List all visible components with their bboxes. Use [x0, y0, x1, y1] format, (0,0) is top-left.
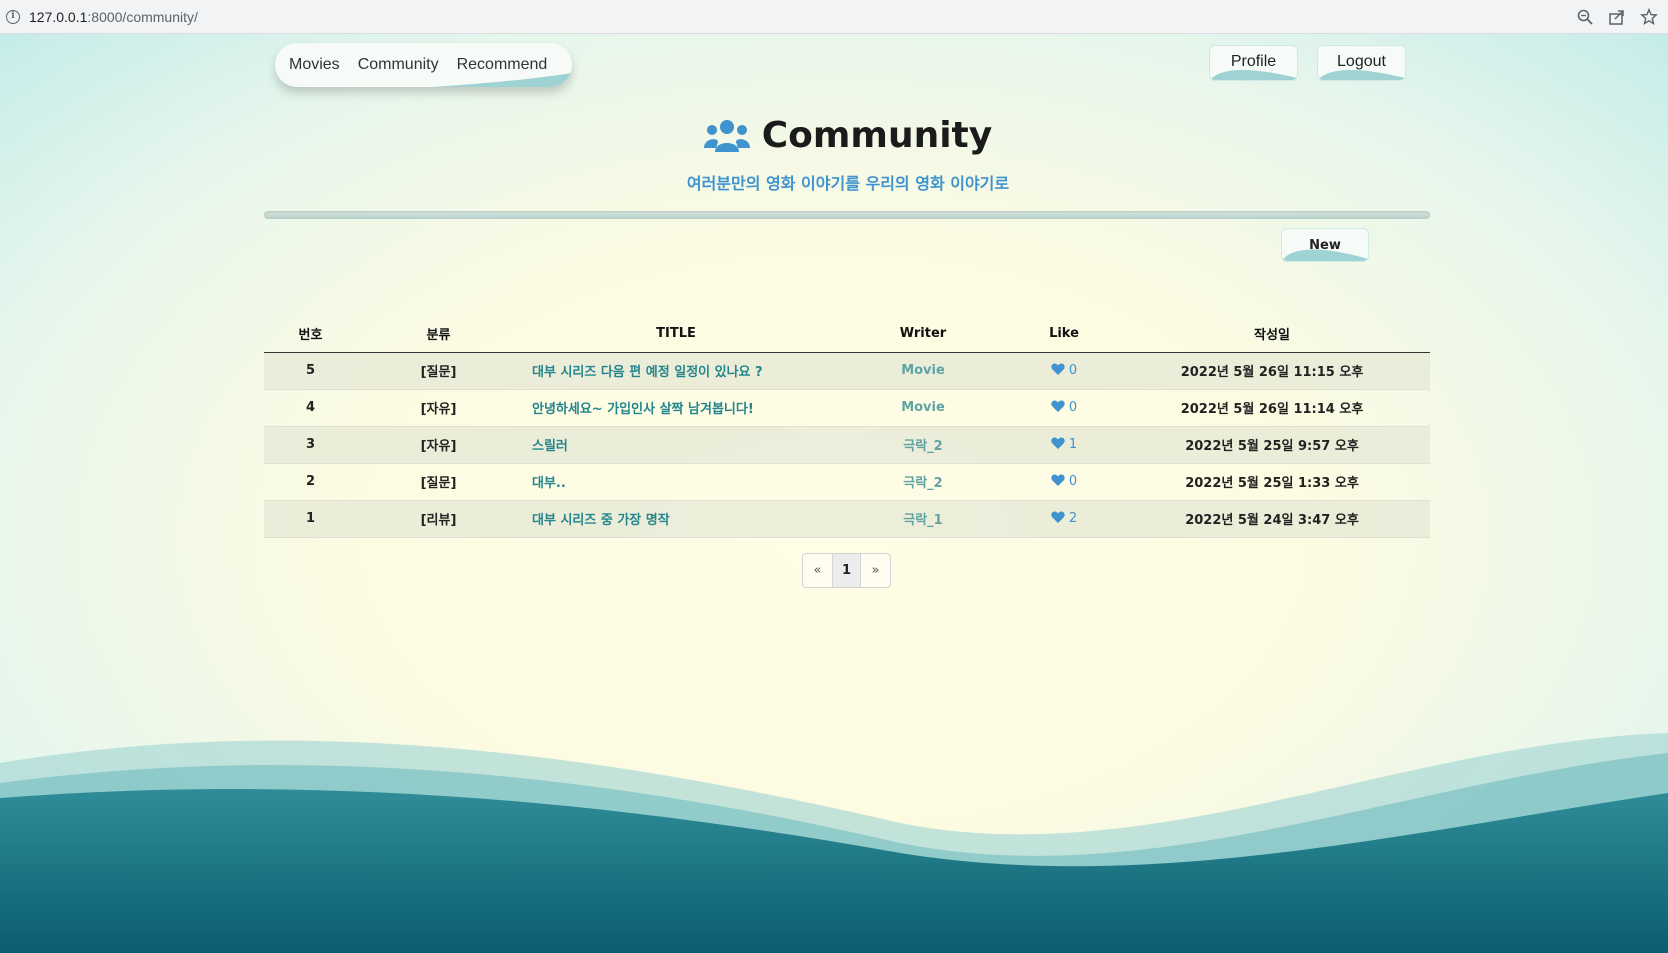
- table-row: 5 [질문] 대부 시리즈 다음 편 예정 일정이 있나요 ? Movie 0 …: [264, 352, 1430, 390]
- users-icon: [703, 118, 750, 154]
- post-title-link[interactable]: 안녕하세요~ 가입인사 살짝 남겨봅니다!: [520, 389, 832, 427]
- post-writer-link[interactable]: 극락_2: [832, 426, 1014, 464]
- bookmark-star-icon[interactable]: [1640, 8, 1658, 26]
- post-number: 1: [264, 500, 357, 538]
- post-likes: 1: [1014, 426, 1114, 464]
- column-header-title: TITLE: [520, 315, 832, 353]
- post-writer-link[interactable]: 극락_1: [832, 500, 1014, 538]
- nav-recommend[interactable]: Recommend: [457, 56, 548, 74]
- main-nav: Movies Community Recommend: [275, 43, 572, 87]
- zoom-icon[interactable]: [1576, 8, 1594, 26]
- wave-footer: [0, 733, 1668, 953]
- post-category: [질문]: [357, 352, 520, 390]
- post-likes: 2: [1014, 500, 1114, 538]
- post-number: 2: [264, 463, 357, 501]
- post-category: [자유]: [357, 389, 520, 427]
- post-category: [질문]: [357, 463, 520, 501]
- post-table: 번호 분류 TITLE Writer Like 작성일 5 [질문] 대부 시리…: [264, 315, 1430, 538]
- post-number: 4: [264, 389, 357, 427]
- post-likes: 0: [1014, 463, 1114, 501]
- table-header-row: 번호 분류 TITLE Writer Like 작성일: [264, 315, 1430, 353]
- post-writer-link[interactable]: 극락_2: [832, 463, 1014, 501]
- browser-address-bar: i 127.0.0.1:8000/community/: [0, 0, 1668, 34]
- post-writer-link[interactable]: Movie: [832, 389, 1014, 427]
- heart-icon: [1051, 437, 1065, 449]
- post-title-link[interactable]: 대부 시리즈 중 가장 명작: [520, 500, 832, 538]
- logout-button[interactable]: Logout: [1317, 45, 1406, 81]
- nav-swoosh-decoration: [432, 73, 572, 87]
- heart-icon: [1051, 400, 1065, 412]
- url-host: 127.0.0.1: [29, 8, 88, 25]
- like-count: 0: [1068, 400, 1078, 415]
- table-row: 2 [질문] 대부.. 극락_2 0 2022년 5월 25일 1:33 오후: [264, 463, 1430, 501]
- site-info-icon[interactable]: i: [6, 9, 20, 24]
- heart-icon: [1051, 474, 1065, 486]
- post-title-link[interactable]: 대부..: [520, 463, 832, 501]
- like-count: 2: [1068, 511, 1078, 526]
- post-number: 3: [264, 426, 357, 464]
- post-date: 2022년 5월 25일 1:33 오후: [1114, 463, 1430, 501]
- column-header-category: 분류: [357, 315, 520, 353]
- new-post-button-label: New: [1309, 237, 1341, 253]
- table-row: 3 [자유] 스릴러 극락_2 1 2022년 5월 25일 9:57 오후: [264, 426, 1430, 464]
- page-subtitle: 여러분만의 영화 이야기를 우리의 영화 이야기로: [686, 174, 1010, 193]
- post-number: 5: [264, 352, 357, 390]
- profile-button-label: Profile: [1230, 53, 1277, 70]
- nav-community[interactable]: Community: [358, 56, 439, 74]
- post-category: [리뷰]: [357, 500, 520, 538]
- share-icon[interactable]: [1608, 8, 1626, 26]
- heart-icon: [1051, 363, 1065, 375]
- pagination-next[interactable]: »: [861, 554, 890, 587]
- post-likes: 0: [1014, 389, 1114, 427]
- profile-button[interactable]: Profile: [1209, 45, 1298, 81]
- column-header-like: Like: [1014, 315, 1114, 353]
- post-likes: 0: [1014, 352, 1114, 390]
- like-count: 0: [1068, 363, 1078, 378]
- nav-movies[interactable]: Movies: [289, 56, 340, 74]
- post-date: 2022년 5월 25일 9:57 오후: [1114, 426, 1430, 464]
- column-header-date: 작성일: [1114, 315, 1430, 353]
- heart-icon: [1051, 511, 1065, 523]
- table-row: 4 [자유] 안녕하세요~ 가입인사 살짝 남겨봅니다! Movie 0 202…: [264, 389, 1430, 427]
- like-count: 0: [1068, 474, 1078, 489]
- post-title-link[interactable]: 대부 시리즈 다음 편 예정 일정이 있나요 ?: [520, 352, 832, 390]
- page-title-text: Community: [761, 115, 993, 156]
- new-post-button[interactable]: New: [1281, 228, 1369, 262]
- like-count: 1: [1068, 437, 1078, 452]
- pagination: « 1 »: [802, 553, 891, 588]
- post-writer-link[interactable]: Movie: [832, 352, 1014, 390]
- column-header-number: 번호: [264, 315, 357, 353]
- pagination-prev[interactable]: «: [803, 554, 832, 587]
- logout-button-label: Logout: [1337, 53, 1386, 70]
- post-date: 2022년 5월 26일 11:14 오후: [1114, 389, 1430, 427]
- header-divider: [264, 211, 1430, 219]
- post-date: 2022년 5월 24일 3:47 오후: [1114, 500, 1430, 538]
- column-header-writer: Writer: [832, 315, 1014, 353]
- table-row: 1 [리뷰] 대부 시리즈 중 가장 명작 극락_1 2 2022년 5월 24…: [264, 500, 1430, 538]
- page-title: Community: [0, 115, 1668, 156]
- post-title-link[interactable]: 스릴러: [520, 426, 832, 464]
- url-field[interactable]: 127.0.0.1:8000/community/: [29, 9, 198, 25]
- post-category: [자유]: [357, 426, 520, 464]
- pagination-page-current[interactable]: 1: [832, 554, 861, 587]
- post-date: 2022년 5월 26일 11:15 오후: [1114, 352, 1430, 390]
- url-path: :8000/community/: [87, 8, 198, 25]
